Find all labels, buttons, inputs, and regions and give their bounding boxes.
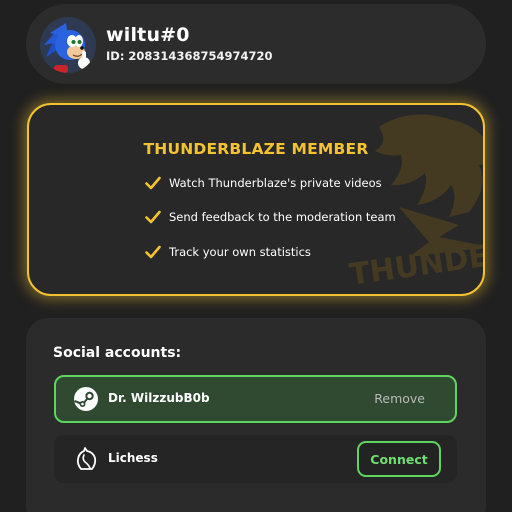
perk-label: Watch Thunderblaze's private videos bbox=[169, 176, 382, 190]
sonic-avatar-image bbox=[40, 17, 96, 73]
remove-button[interactable]: Remove bbox=[374, 391, 425, 406]
watermark-text: THUNDERB bbox=[347, 232, 485, 293]
steam-icon bbox=[74, 387, 98, 411]
member-title: THUNDERBLAZE MEMBER bbox=[143, 140, 369, 158]
account-name: Lichess bbox=[108, 451, 158, 465]
profile-header: wiltu#0 ID: 208314368754974720 bbox=[26, 4, 486, 84]
user-id: ID: 208314368754974720 bbox=[106, 49, 273, 63]
account-row-lichess: Lichess Connect bbox=[54, 435, 457, 483]
account-row-steam: Dr. WilzzubB0b Remove bbox=[54, 375, 457, 423]
perk-item: Watch Thunderblaze's private videos bbox=[145, 173, 382, 193]
connect-button[interactable]: Connect bbox=[357, 441, 441, 477]
social-accounts-panel: Social accounts: Dr. WilzzubB0b Remove L… bbox=[26, 318, 486, 512]
username: wiltu#0 bbox=[106, 24, 190, 46]
perk-item: Track your own statistics bbox=[145, 242, 311, 262]
thunderblaze-logo-watermark: THUNDERB bbox=[347, 114, 485, 293]
perk-label: Track your own statistics bbox=[169, 245, 311, 259]
perk-item: Send feedback to the moderation team bbox=[145, 207, 396, 227]
member-card: THUNDERB THUNDERBLAZE MEMBER Watch Thund… bbox=[27, 103, 485, 296]
check-icon bbox=[145, 210, 161, 224]
check-icon bbox=[145, 245, 161, 259]
avatar[interactable] bbox=[40, 17, 96, 73]
social-accounts-title: Social accounts: bbox=[53, 345, 182, 361]
lichess-icon bbox=[76, 447, 97, 470]
check-icon bbox=[145, 176, 161, 190]
perk-label: Send feedback to the moderation team bbox=[169, 210, 396, 224]
account-name: Dr. WilzzubB0b bbox=[108, 391, 210, 405]
